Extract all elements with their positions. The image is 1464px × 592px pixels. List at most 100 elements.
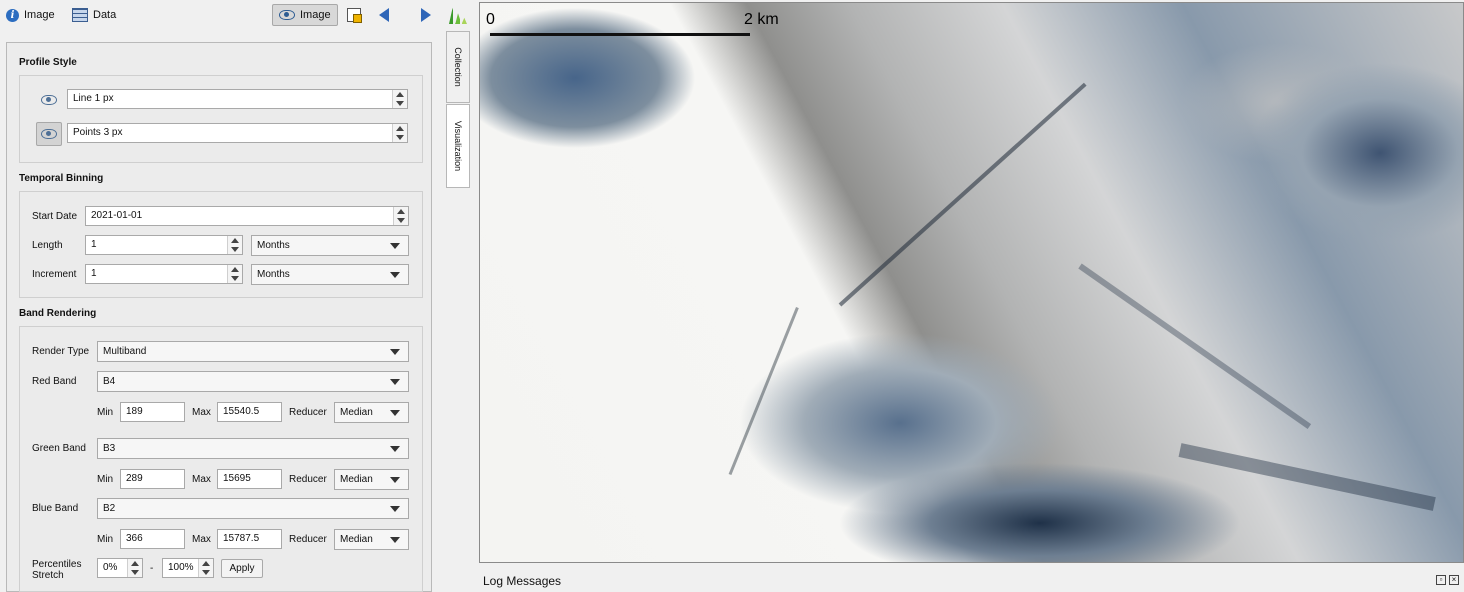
chevron-down-icon	[390, 243, 400, 249]
profile-style-group: Line 1 px Points 3 px	[19, 75, 423, 163]
blue-band-select[interactable]: B2	[97, 498, 409, 519]
green-min-label: Min	[97, 474, 114, 485]
start-date-value: 2021-01-01	[91, 210, 143, 221]
eye-icon	[279, 10, 295, 20]
blue-band-value: B2	[103, 503, 116, 514]
render-type-label: Render Type	[32, 346, 90, 357]
image-view-button[interactable]: Image	[272, 4, 338, 26]
increment-field[interactable]: 1	[85, 264, 243, 284]
start-date-label: Start Date	[32, 211, 78, 222]
eye-icon	[41, 129, 57, 139]
chevron-down-icon	[390, 410, 400, 416]
layer-icon	[347, 8, 362, 23]
blue-max-input[interactable]: 15787.5	[217, 529, 282, 549]
points-style-stepper[interactable]	[392, 124, 407, 142]
table-icon	[72, 8, 88, 22]
green-max-label: Max	[192, 474, 211, 485]
blue-reducer-value: Median	[340, 534, 373, 545]
increment-unit-select[interactable]: Months	[251, 264, 409, 285]
line-visibility-button[interactable]	[36, 88, 62, 112]
percentile-high-value: 100%	[168, 562, 194, 573]
red-reducer-select[interactable]: Median	[334, 402, 409, 423]
red-band-select[interactable]: B4	[97, 371, 409, 392]
start-date-field[interactable]: 2021-01-01	[85, 206, 409, 226]
log-messages-title: Log Messages	[483, 574, 562, 588]
increment-unit-value: Months	[257, 269, 290, 280]
float-panel-icon[interactable]: ▫	[1436, 575, 1446, 585]
start-date-stepper[interactable]	[393, 207, 408, 225]
percentile-low-stepper[interactable]	[127, 559, 142, 577]
blue-reducer-select[interactable]: Median	[334, 529, 409, 550]
map-canvas[interactable]: 0 2 km	[479, 2, 1464, 563]
arrow-right-icon	[421, 8, 431, 22]
chevron-down-icon	[390, 272, 400, 278]
layer-button[interactable]	[347, 4, 362, 26]
tab-visualization[interactable]: Visualization	[446, 104, 470, 188]
info-icon: i	[6, 8, 19, 22]
green-min-value: 289	[126, 473, 143, 484]
length-field[interactable]: 1	[85, 235, 243, 255]
chevron-down-icon	[390, 477, 400, 483]
green-band-label: Green Band	[32, 443, 86, 454]
tab-visualization-label: Visualization	[453, 120, 463, 172]
length-value: 1	[91, 239, 97, 250]
line-style-stepper[interactable]	[392, 90, 407, 108]
red-max-input[interactable]: 15540.5	[217, 402, 282, 422]
red-max-label: Max	[192, 407, 211, 418]
chevron-down-icon	[390, 379, 400, 385]
percentile-high-stepper[interactable]	[198, 559, 213, 577]
render-type-value: Multiband	[103, 346, 147, 357]
green-max-input[interactable]: 15695	[217, 469, 282, 489]
chevron-down-icon	[390, 446, 400, 452]
length-unit-value: Months	[257, 240, 290, 251]
eye-icon	[41, 95, 57, 105]
green-min-input[interactable]: 289	[120, 469, 185, 489]
length-stepper[interactable]	[227, 236, 242, 254]
blue-max-value: 15787.5	[223, 533, 260, 544]
image-view-label: Image	[300, 9, 331, 21]
apply-button[interactable]: Apply	[221, 559, 263, 578]
red-reducer-value: Median	[340, 407, 373, 418]
green-reducer-select[interactable]: Median	[334, 469, 409, 490]
image-tab-label: Image	[24, 9, 55, 21]
green-band-value: B3	[103, 443, 116, 454]
length-unit-select[interactable]: Months	[251, 235, 409, 256]
line-style-field[interactable]: Line 1 px	[67, 89, 408, 109]
percentile-low-value: 0%	[103, 562, 118, 573]
next-button[interactable]	[421, 4, 431, 26]
red-min-label: Min	[97, 407, 114, 418]
red-min-value: 189	[126, 406, 143, 417]
previous-button[interactable]	[379, 4, 389, 26]
map-shadow	[1178, 443, 1436, 511]
close-panel-icon[interactable]: ×	[1449, 575, 1459, 585]
points-style-field[interactable]: Points 3 px	[67, 123, 408, 143]
temporal-binning-group: Start Date 2021-01-01 Length 1 Months In…	[19, 191, 423, 298]
tab-collection[interactable]: Collection	[446, 31, 470, 103]
render-type-select[interactable]: Multiband	[97, 341, 409, 362]
spectral-profile-button[interactable]	[449, 4, 467, 26]
red-reducer-label: Reducer	[289, 407, 327, 418]
chevron-down-icon	[390, 506, 400, 512]
green-band-select[interactable]: B3	[97, 438, 409, 459]
blue-min-value: 366	[126, 533, 143, 544]
blue-min-label: Min	[97, 534, 114, 545]
temporal-binning-title: Temporal Binning	[19, 173, 104, 184]
data-tab[interactable]: Data	[72, 4, 116, 26]
spectral-profile-icon	[449, 7, 467, 24]
increment-value: 1	[91, 268, 97, 279]
image-tab[interactable]: i Image	[6, 4, 55, 26]
map-ridge-line	[838, 82, 1087, 307]
percentile-low-input[interactable]: 0%	[97, 558, 143, 578]
red-min-input[interactable]: 189	[120, 402, 185, 422]
blue-band-label: Blue Band	[32, 503, 79, 514]
points-visibility-button[interactable]	[36, 122, 62, 146]
chevron-down-icon	[390, 537, 400, 543]
band-rendering-title: Band Rendering	[19, 308, 97, 319]
percentile-high-input[interactable]: 100%	[162, 558, 214, 578]
scale-start-label: 0	[486, 11, 495, 28]
increment-stepper[interactable]	[227, 265, 242, 283]
profile-style-title: Profile Style	[19, 57, 77, 68]
blue-min-input[interactable]: 366	[120, 529, 185, 549]
top-toolbar: i Image Data Image	[0, 0, 478, 30]
green-reducer-value: Median	[340, 474, 373, 485]
